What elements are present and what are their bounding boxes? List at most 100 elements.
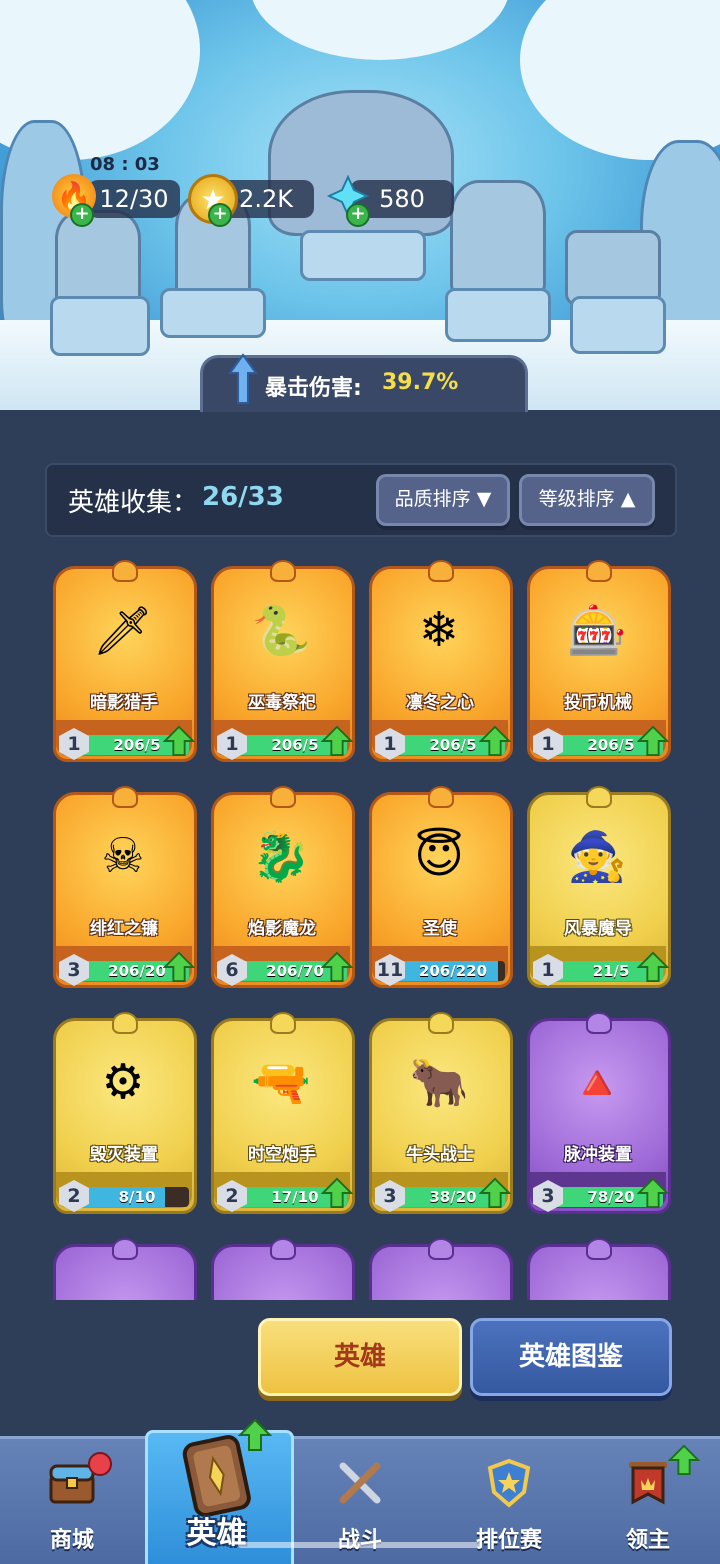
card-gem <box>586 1012 612 1034</box>
hero-level: 1 <box>383 733 397 755</box>
hero-card[interactable]: ⚙ 毁灭装置 8/10 2 <box>53 1012 197 1217</box>
dragon-icon: 🐉 <box>251 828 311 885</box>
hero-card[interactable]: 🔺 脉冲装置 78/20 3 <box>527 1012 671 1217</box>
add-energy-button[interactable]: + <box>70 203 94 227</box>
hero-name: 凛冬之心 <box>406 693 474 713</box>
card-gem <box>270 786 296 808</box>
quality-sort-button[interactable]: 品质排序 ▼ <box>376 474 510 526</box>
card-gem <box>586 1238 612 1260</box>
hero-name: 毁灭装置 <box>90 1145 158 1165</box>
coin-robot-icon: 🎰 <box>567 602 627 659</box>
hero-progress-text: 8/10 <box>118 1188 156 1206</box>
upgrade-arrow-icon[interactable] <box>163 724 195 758</box>
shield-star-icon <box>484 1458 534 1508</box>
hero-card[interactable] <box>53 1238 197 1300</box>
hero-card[interactable]: 🗡 暗影猎手 206/5 1 <box>53 560 197 765</box>
hero-level: 1 <box>541 959 555 981</box>
hero-level: 2 <box>225 1185 239 1207</box>
nav-lord[interactable]: 领主 <box>576 1436 720 1561</box>
hero-card[interactable] <box>527 1238 671 1300</box>
card-gem <box>586 560 612 582</box>
diamond-value: 580 <box>379 185 425 213</box>
hero-book-button[interactable]: 英雄图鉴 <box>470 1318 672 1396</box>
hero-level: 3 <box>383 1185 397 1207</box>
upgrade-arrow-icon[interactable] <box>163 950 195 984</box>
upgrade-arrow-icon <box>238 1418 272 1451</box>
level-sort-button[interactable]: 等级排序 ▲ <box>519 474 655 526</box>
add-gold-button[interactable]: + <box>208 203 232 227</box>
upgrade-arrow-icon[interactable] <box>479 1176 511 1210</box>
wizard-icon: 🧙 <box>567 828 627 885</box>
buff-label: 暴击伤害: <box>265 376 362 401</box>
nav-rank-label: 排位赛 <box>475 1528 542 1553</box>
hero-level: 1 <box>225 733 239 755</box>
hero-name: 风暴魔导 <box>564 919 632 939</box>
upgrade-arrow-icon[interactable] <box>321 724 353 758</box>
hero-card[interactable] <box>369 1238 513 1300</box>
hero-card[interactable]: 🐂 牛头战士 38/20 3 <box>369 1012 513 1217</box>
voodoo-priest-icon: 🐍 <box>251 602 311 659</box>
home-indicator <box>238 1542 482 1548</box>
nav-shop-label: 商城 <box>49 1528 94 1553</box>
hero-grid: 🗡 暗影猎手 206/5 1 🐍 巫毒祭祀 206/5 1 ❄ 凛冬之心 206/5 1 🎰 投币机械 20… <box>0 560 720 1300</box>
card-gem <box>270 1012 296 1034</box>
card-gem <box>586 786 612 808</box>
crossed-swords-icon <box>335 1458 385 1508</box>
gunner-icon: 🔫 <box>251 1054 311 1111</box>
hero-card[interactable]: 🐉 焰影魔龙 206/70 6 <box>211 786 355 991</box>
hero-name: 暗影猎手 <box>90 693 158 713</box>
hero-level: 6 <box>225 959 239 981</box>
hero-card[interactable]: 🐍 巫毒祭祀 206/5 1 <box>211 560 355 765</box>
card-gem <box>428 560 454 582</box>
buff-value: 39.7% <box>382 370 459 395</box>
card-gem <box>112 560 138 582</box>
hero-card[interactable] <box>211 1238 355 1300</box>
energy-counter[interactable]: 12/30 <box>88 180 180 218</box>
hero-card[interactable]: ☠ 绯红之镰 206/20 3 <box>53 786 197 991</box>
hero-button[interactable]: 英雄 <box>258 1318 462 1396</box>
pulse-device-icon: 🔺 <box>567 1054 627 1111</box>
hero-card[interactable]: ❄ 凛冬之心 206/5 1 <box>369 560 513 765</box>
hero-level: 2 <box>67 1185 81 1207</box>
card-gem <box>428 1012 454 1034</box>
hero-card[interactable]: 😇 圣使 206/220 11 <box>369 786 513 991</box>
angel-icon: 😇 <box>413 828 465 884</box>
upgrade-arrow-icon[interactable] <box>637 724 669 758</box>
collection-label: 英雄收集： <box>68 488 199 518</box>
add-diamond-button[interactable]: + <box>346 203 370 227</box>
cannon-device-icon: ⚙ <box>101 1054 145 1110</box>
upgrade-arrow-icon[interactable] <box>637 950 669 984</box>
hero-card[interactable]: 🧙 风暴魔导 21/5 1 <box>527 786 671 991</box>
hero-card[interactable]: 🔫 时空炮手 17/10 2 <box>211 1012 355 1217</box>
upgrade-arrow-icon[interactable] <box>637 1176 669 1210</box>
card-gem <box>112 786 138 808</box>
card-gem <box>270 560 296 582</box>
card-gem <box>270 1238 296 1260</box>
hero-card[interactable]: 🎰 投币机械 206/5 1 <box>527 560 671 765</box>
gold-value: 2.2K <box>239 185 293 213</box>
scythe-demon-icon: ☠ <box>101 828 145 884</box>
nav-lord-label: 领主 <box>625 1528 670 1553</box>
minotaur-icon: 🐂 <box>409 1054 469 1111</box>
card-gem <box>112 1012 138 1034</box>
hero-name: 巫毒祭祀 <box>248 693 316 713</box>
hero-name: 圣使 <box>423 919 457 939</box>
collection-count: 26/33 <box>202 482 284 512</box>
lord-upgrade-arrow-icon <box>668 1444 700 1476</box>
upgrade-arrow-icon[interactable] <box>321 950 353 984</box>
hero-name: 时空炮手 <box>248 1145 316 1165</box>
upgrade-arrow-icon[interactable] <box>321 1176 353 1210</box>
arrow-up-icon <box>228 353 258 404</box>
nav-battle-label: 战斗 <box>337 1528 382 1553</box>
card-gem <box>112 1238 138 1260</box>
hero-level: 3 <box>541 1185 555 1207</box>
energy-value: 12/30 <box>99 185 169 213</box>
banner-icon <box>623 1458 673 1508</box>
hooded-hunter-icon: 🗡 <box>92 602 154 659</box>
hero-level: 3 <box>67 959 81 981</box>
hero-name: 绯红之镰 <box>90 919 158 939</box>
clock-text: 08 : 03 <box>90 154 160 175</box>
hero-level: 1 <box>541 733 555 755</box>
nav-shop[interactable]: 商城 <box>0 1436 144 1561</box>
upgrade-arrow-icon[interactable] <box>479 724 511 758</box>
